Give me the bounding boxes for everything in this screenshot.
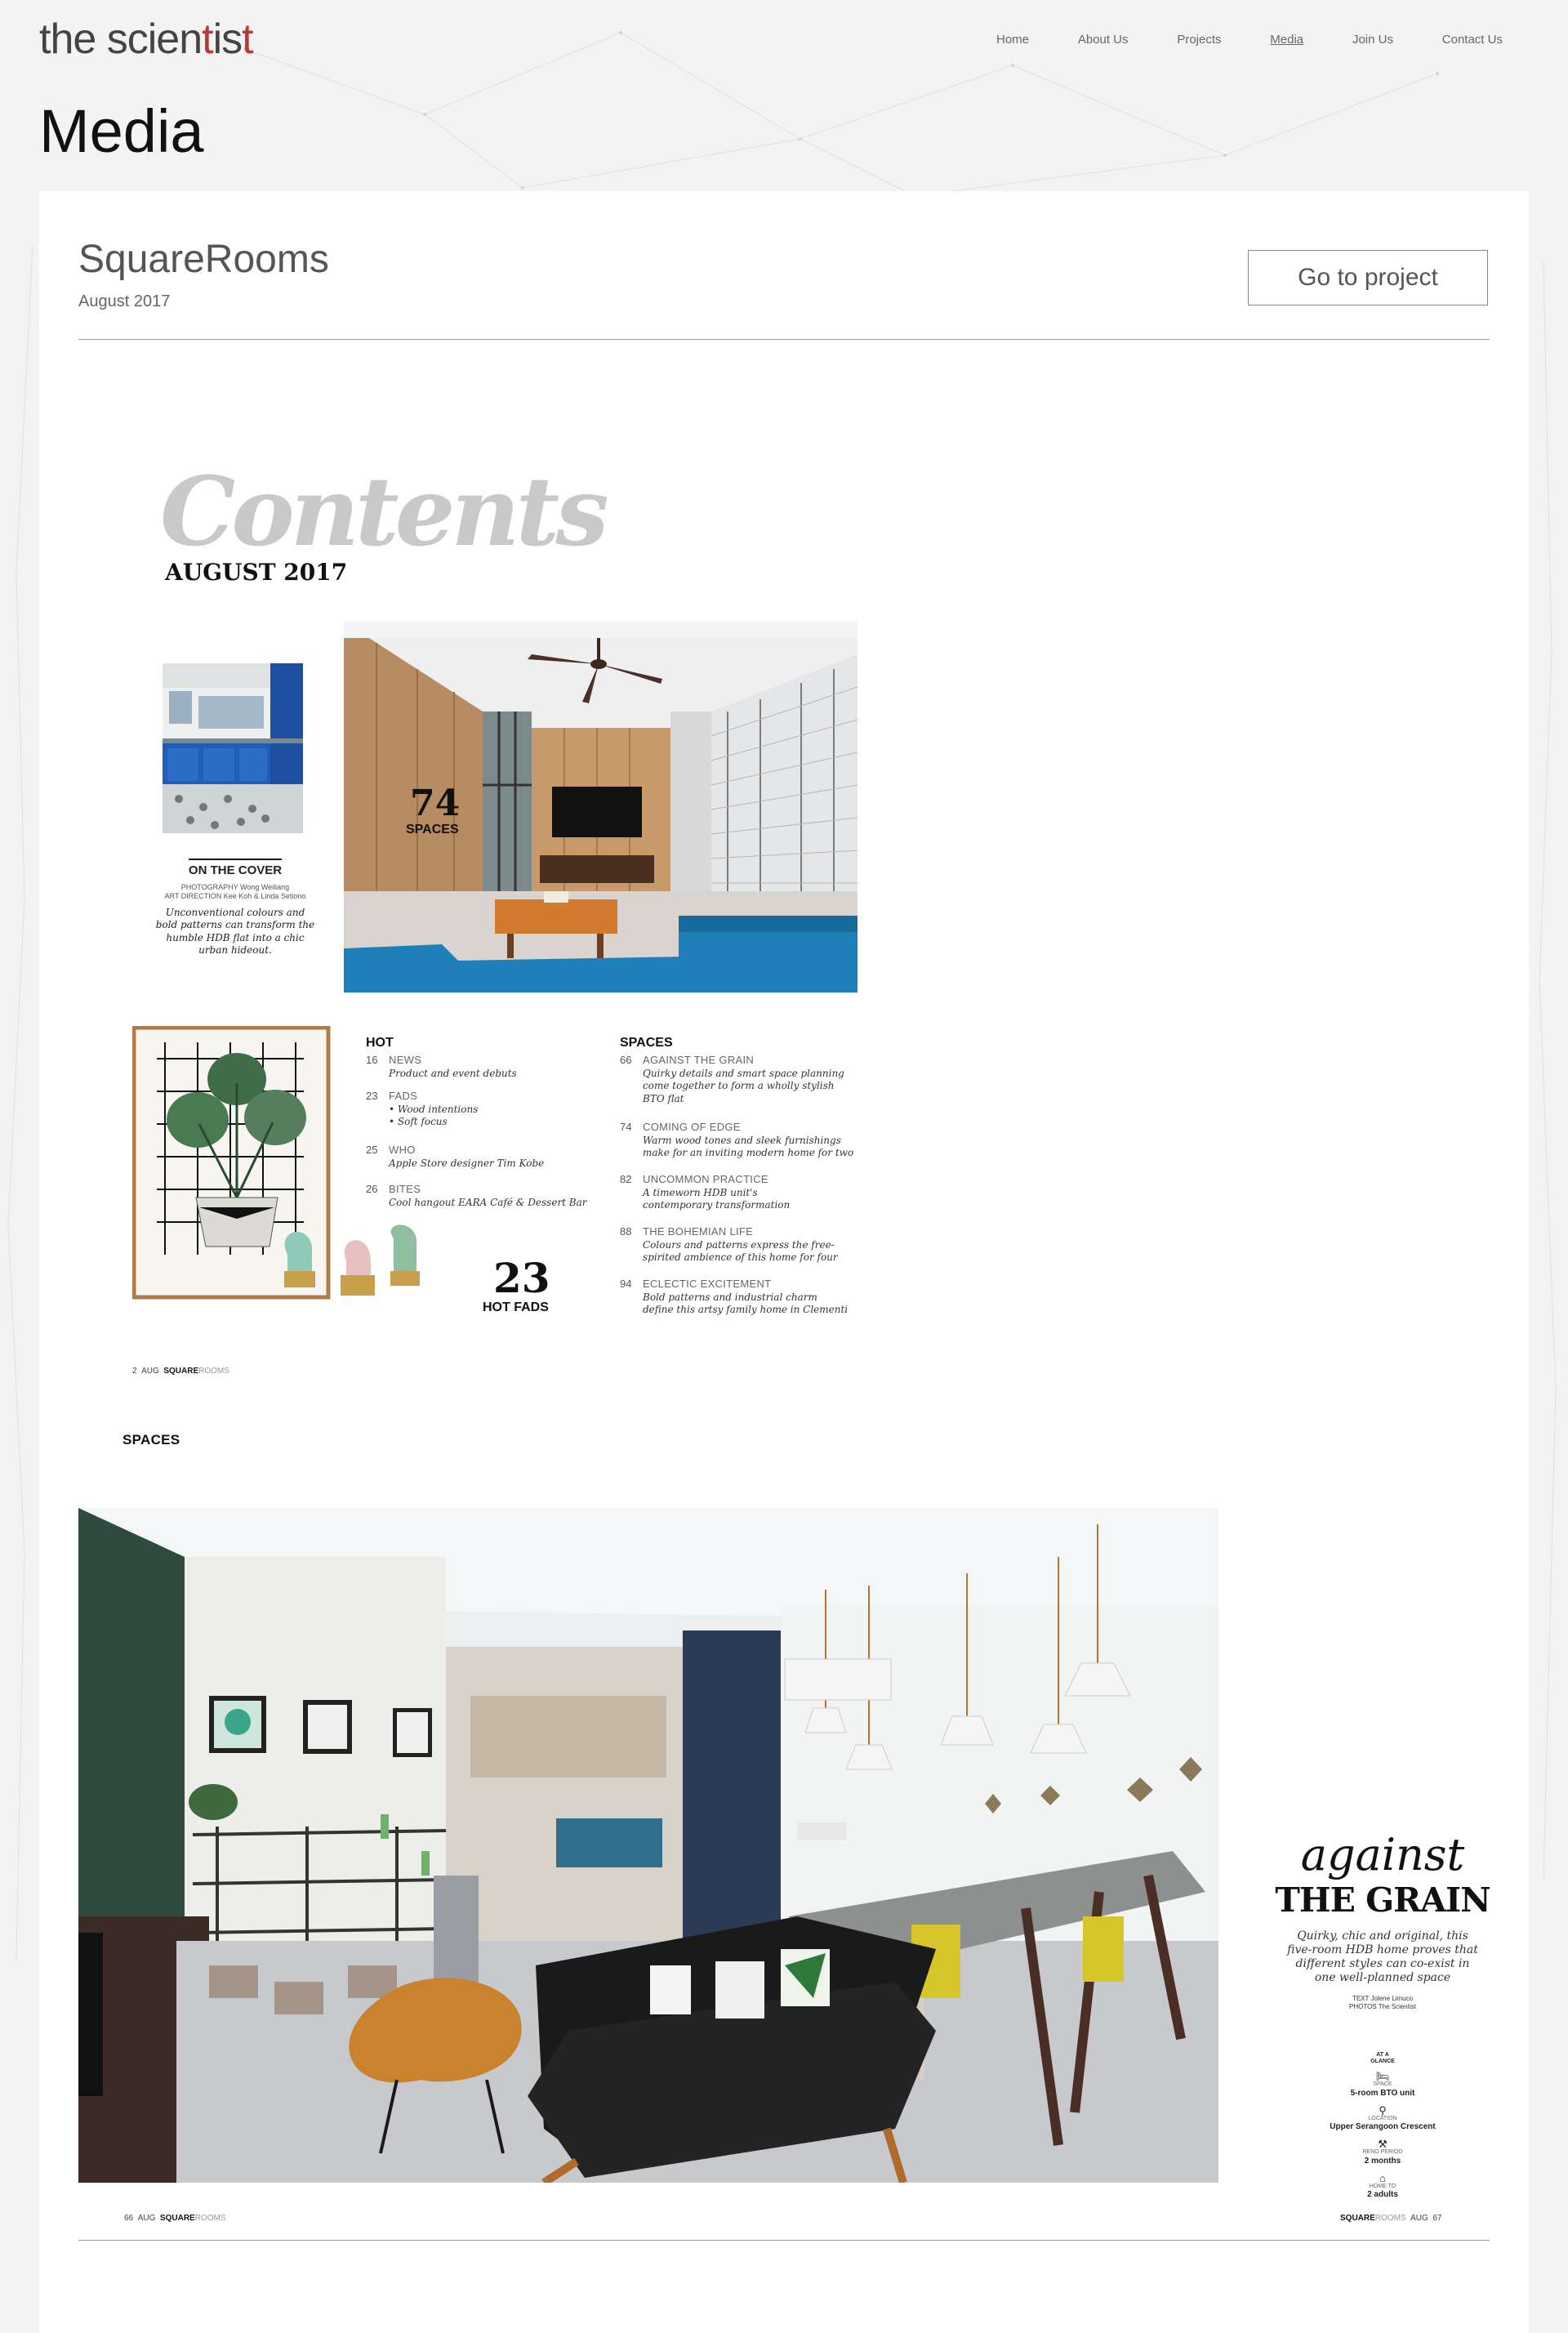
main-nav: Home About Us Projects Media Join Us Con… bbox=[996, 33, 1503, 47]
on-the-cover-block: ON THE COVER PHOTOGRAPHY Wong Weiliang A… bbox=[154, 859, 317, 957]
cover-description: Unconventional colours and bold patterns… bbox=[155, 906, 315, 957]
nav-join-us[interactable]: Join Us bbox=[1352, 33, 1393, 47]
hot-section-heading: HOT bbox=[366, 1036, 394, 1050]
toc-item[interactable]: 82 UNCOMMON PRACTICE A timeworn HDB unit's… bbox=[620, 1173, 881, 1214]
against-the-grain-photo bbox=[78, 1508, 1218, 2183]
contents-heading: Contents bbox=[160, 457, 609, 568]
spaces-section-heading: SPACES bbox=[620, 1036, 673, 1050]
nav-projects[interactable]: Projects bbox=[1177, 33, 1221, 47]
divider-bottom bbox=[78, 2240, 1490, 2241]
feature-page-label: SPACES bbox=[406, 823, 459, 836]
spread-description: Quirky, chic and original, this five-roo… bbox=[1287, 1929, 1478, 1985]
project-title: SquareRooms bbox=[78, 238, 329, 281]
toc-item[interactable]: 25 WHO Apple Store designer Tim Kobe bbox=[366, 1144, 611, 1176]
hot-fads-label: HOT FADS bbox=[483, 1300, 549, 1314]
at-a-glance-heading: AT A GLANCE bbox=[1370, 2052, 1395, 2064]
toc-item[interactable]: 88 THE BOHEMIAN LIFE Colours and patterns … bbox=[620, 1225, 881, 1266]
glance-space: 🛏 SPACE 5-room BTO unit bbox=[1313, 2071, 1452, 2098]
project-date: August 2017 bbox=[78, 292, 171, 310]
feature-page-number: 74 bbox=[410, 783, 461, 824]
toc-item[interactable]: 16 NEWS Product and event debuts bbox=[366, 1054, 611, 1086]
spread-credits: TEXT Jolene Limuco PHOTOS The Scientist bbox=[1349, 1995, 1416, 2011]
location-pin-icon: ⚲ bbox=[1379, 2103, 1387, 2117]
toc-item[interactable]: 26 BITES Cool hangout EARA Café & Dessert … bbox=[366, 1183, 611, 1216]
spread-folio-right: SQUAREROOMS AUG 67 bbox=[1340, 2214, 1442, 2223]
home-icon: ⌂ bbox=[1379, 2171, 1386, 2184]
spread-folio-left: 66 AUG SQUAREROOMS bbox=[124, 2214, 226, 2223]
spread-title-bold: THE GRAIN bbox=[1275, 1880, 1490, 1920]
at-a-glance-box: AT A GLANCE 🛏 SPACE 5-room BTO unit ⚲ LOC… bbox=[1313, 2052, 1452, 2200]
nav-media[interactable]: Media bbox=[1270, 33, 1303, 47]
nav-contact-us[interactable]: Contact Us bbox=[1442, 33, 1503, 47]
nav-about-us[interactable]: About Us bbox=[1078, 33, 1129, 47]
glance-location: ⚲ LOCATION Upper Serangoon Crescent bbox=[1313, 2105, 1452, 2132]
go-to-project-button[interactable]: Go to project bbox=[1248, 250, 1488, 306]
page-folio: 2 AUG SQUAREROOMS bbox=[132, 1367, 229, 1376]
toc-item[interactable]: 66 AGAINST THE GRAIN Quirky details and sm… bbox=[620, 1054, 881, 1104]
hot-fads-page-number: 23 bbox=[493, 1254, 550, 1302]
site-logo[interactable]: the scientist bbox=[39, 15, 254, 64]
nav-home[interactable]: Home bbox=[996, 33, 1029, 47]
toc-item[interactable]: 23 FADS • Wood intentions • Soft focus bbox=[366, 1090, 611, 1131]
on-the-cover-title: ON THE COVER bbox=[188, 859, 283, 877]
bed-icon: 🛏 bbox=[1375, 2070, 1390, 2083]
media-card: SquareRooms August 2017 Go to project Co… bbox=[39, 191, 1529, 2333]
cover-photography-credit: PHOTOGRAPHY Wong Weiliang bbox=[180, 883, 290, 891]
glance-reno-period: ⚒ RENO PERIOD 2 months bbox=[1313, 2139, 1452, 2166]
toc-item[interactable]: 74 COMING OF EDGE Warm wood tones and slee… bbox=[620, 1121, 881, 1162]
page-title: Media bbox=[39, 97, 204, 165]
contents-issue-date: AUGUST 2017 bbox=[165, 559, 348, 586]
divider-top bbox=[78, 339, 1490, 340]
spaces-section-label: SPACES bbox=[122, 1432, 180, 1448]
glance-home-to: ⌂ HOME TO 2 adults bbox=[1313, 2173, 1452, 2200]
tools-icon: ⚒ bbox=[1378, 2138, 1388, 2151]
toc-item[interactable]: 94 ECLECTIC EXCITEMENT Bold patterns and i… bbox=[620, 1278, 881, 1318]
spread-title-script: against bbox=[1300, 1829, 1465, 1880]
cover-kitchen-photo bbox=[163, 663, 303, 833]
cover-art-direction-credit: ART DIRECTION Kee Koh & Linda Setiono bbox=[164, 892, 306, 901]
